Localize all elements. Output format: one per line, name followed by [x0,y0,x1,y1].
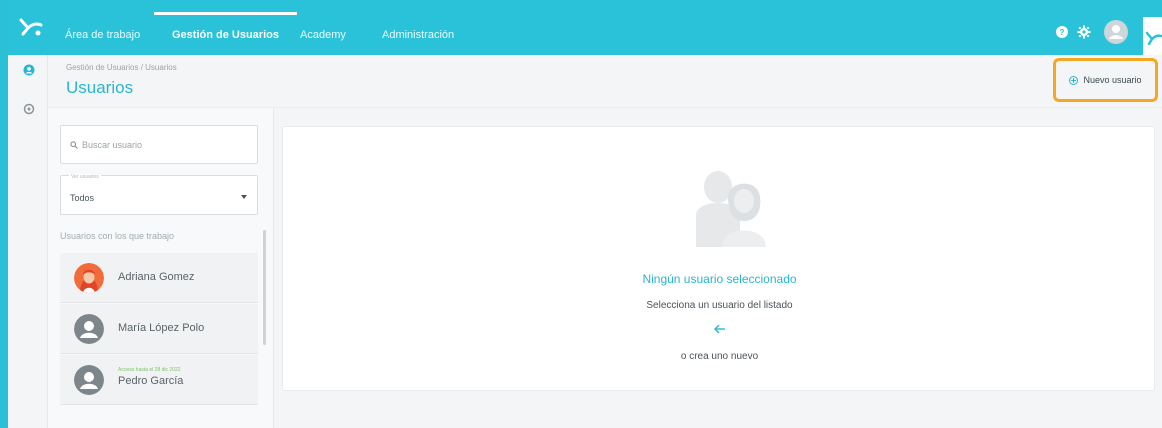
gear-icon[interactable] [1076,24,1092,40]
top-navbar: Área de trabajo Gestión de Usuarios Acad… [8,0,1162,55]
arrow-left-icon [714,324,725,334]
page-title: Usuarios [66,78,134,97]
tab-administracion[interactable]: Administración [382,0,454,55]
list-item-user[interactable]: Adriana Gomez [60,253,258,303]
user-access-date: Acceso hasta el 28 dic 2022 [118,367,181,373]
tab-academy[interactable]: Academy [300,0,346,55]
tab-gestion-de-usuarios[interactable]: Gestión de Usuarios [154,0,297,55]
empty-state-title: Ningún usuario seleccionado [642,272,797,286]
search-icon [70,140,78,149]
user-name: Adriana Gomez [118,271,195,283]
new-user-label: Nuevo usuario [1083,75,1142,85]
default-avatar-icon [74,314,104,344]
list-item-user[interactable]: María López Polo [60,304,258,354]
search-field[interactable] [60,125,258,164]
default-avatar-icon [74,365,104,395]
secondary-logo-tab[interactable] [1143,17,1162,55]
user-name: María López Polo [118,322,205,334]
filter-value: Todos [70,193,95,203]
add-circle-icon [1069,75,1079,85]
user-name: Pedro García [118,375,184,387]
chevron-down-icon [241,195,247,199]
search-input[interactable] [82,139,252,150]
filter-label: Ver usuarios [69,174,101,180]
app-logo-icon[interactable] [18,14,44,40]
help-icon[interactable]: ? [1054,24,1070,40]
empty-state-subtitle: Selecciona un usuario del listado [646,300,793,311]
user-detail-panel: Ningún usuario seleccionado Selecciona u… [282,126,1155,391]
user-avatar-icon[interactable] [1104,20,1128,44]
tab-area-de-trabajo[interactable]: Área de trabajo [65,0,140,55]
users-placeholder-icon [696,171,766,247]
user-circle-icon[interactable] [23,64,35,76]
user-photo-avatar [74,263,104,293]
settings-circle-icon[interactable] [23,103,35,115]
app-window: Área de trabajo Gestión de Usuarios Acad… [8,0,1162,428]
new-user-button[interactable]: Nuevo usuario [1053,58,1158,102]
left-rail [8,55,48,428]
breadcrumb[interactable]: Gestión de Usuarios / Usuarios [66,63,177,72]
svg-text:?: ? [1060,28,1065,37]
empty-state-create-hint: o crea uno nuevo [680,351,759,362]
filter-select[interactable]: Ver usuarios Todos [60,174,258,215]
list-item-user[interactable]: Acceso hasta el 28 dic 2022 Pedro García [60,355,258,405]
user-list-heading: Usuarios con los que trabajo [60,231,175,241]
user-list-scrollbar[interactable] [263,230,266,345]
